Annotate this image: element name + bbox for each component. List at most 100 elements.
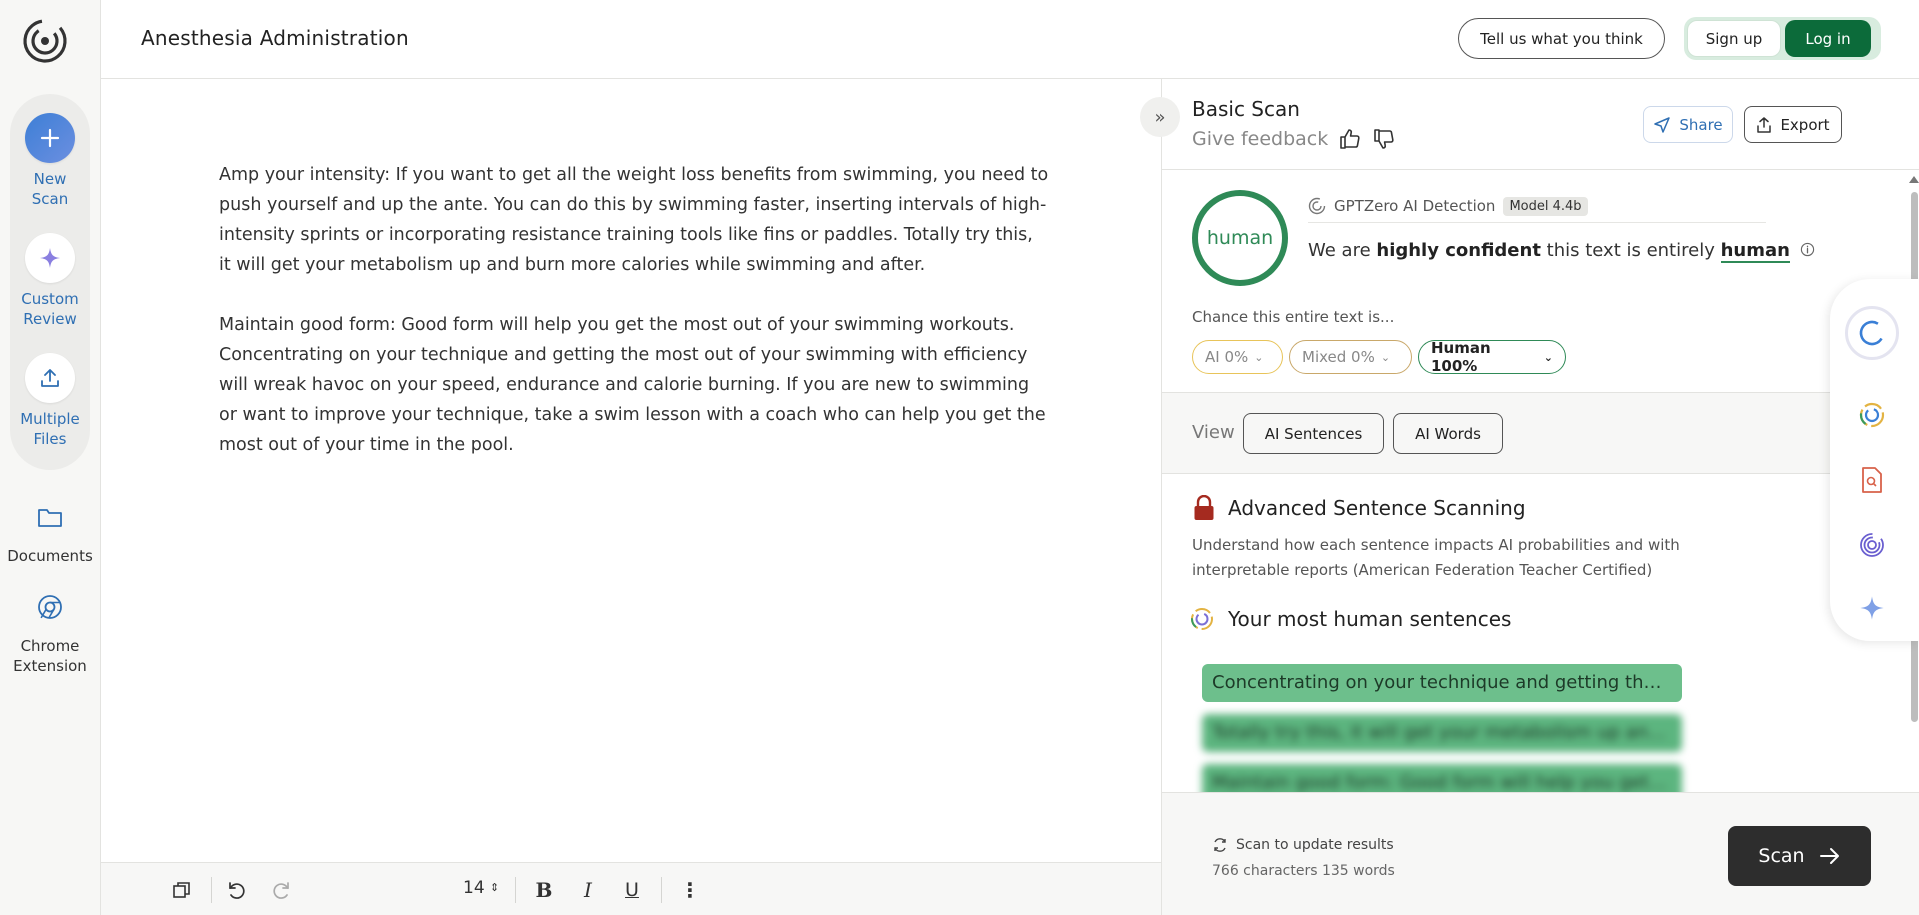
new-scan-label-2: Scan — [31, 190, 69, 208]
chance-label: Chance this entire text is... — [1192, 308, 1395, 326]
collapse-panel-button[interactable]: » — [1140, 97, 1180, 137]
new-scan-button[interactable]: New Scan — [0, 113, 100, 209]
scan-status: Scan to update results — [1212, 837, 1394, 853]
list-item[interactable]: Concentrating on your technique and gett… — [1202, 664, 1682, 702]
upload-icon — [25, 353, 75, 403]
thumbs-down-icon[interactable] — [1372, 127, 1396, 151]
toolbar-divider — [211, 877, 212, 903]
ai-probability-label: AI 0% — [1205, 348, 1249, 366]
font-size-stepper[interactable]: 14 ⇕ — [463, 878, 499, 898]
advanced-description: Understand how each sentence impacts AI … — [1192, 536, 1680, 579]
chevron-down-icon: ⌄ — [1254, 350, 1264, 364]
chevron-down-icon: ⌄ — [1543, 350, 1553, 364]
confidence-result[interactable]: human — [1720, 240, 1790, 263]
sparkle-icon — [25, 233, 75, 283]
info-icon[interactable] — [1800, 242, 1815, 257]
export-label: Export — [1780, 115, 1830, 134]
mixed-probability-label: Mixed 0% — [1302, 348, 1375, 366]
more-options-icon[interactable]: ⋮ — [677, 877, 703, 903]
detection-result: human GPTZero AI Detection Model 4.4b We… — [1162, 170, 1902, 392]
chrome-extension-label-1: Chrome — [20, 637, 80, 655]
result-ring: human — [1192, 190, 1288, 286]
multiple-files-label-2: Files — [33, 430, 67, 448]
auth-group: Sign up Log in — [1684, 17, 1881, 60]
document-title[interactable]: Anesthesia Administration — [141, 26, 409, 50]
character-word-count: 766 characters 135 words — [1212, 863, 1395, 879]
chrome-extension-button[interactable]: Chrome Extension — [0, 590, 100, 676]
send-icon — [1654, 116, 1671, 133]
log-in-button[interactable]: Log in — [1785, 20, 1871, 57]
panel-header: Basic Scan Give feedback Share Export — [1162, 79, 1919, 170]
italic-icon[interactable]: I — [575, 877, 601, 903]
loading-spinner-icon[interactable] — [1845, 306, 1899, 360]
advanced-scanning-title: Advanced Sentence Scanning — [1192, 495, 1892, 521]
ai-sparkle-icon[interactable] — [1850, 586, 1894, 630]
left-sidebar: New Scan Custom Review Multiple Files Do… — [0, 0, 101, 915]
double-chevron-right-icon: » — [1154, 106, 1166, 128]
bold-icon[interactable]: B — [531, 877, 557, 903]
ai-detector-icon[interactable] — [1850, 393, 1894, 437]
share-button[interactable]: Share — [1643, 106, 1733, 143]
redo-icon[interactable] — [269, 877, 295, 903]
custom-review-button[interactable]: Custom Review — [0, 233, 100, 329]
text-editor[interactable]: Amp your intensity: If you want to get a… — [101, 79, 1161, 862]
export-icon — [1757, 116, 1772, 133]
confidence-strong: highly confident — [1376, 240, 1541, 261]
confidence-statement: We are highly confident this text is ent… — [1308, 240, 1815, 263]
panel-title: Basic Scan — [1192, 97, 1300, 121]
toolbar-divider — [661, 877, 662, 903]
ai-words-button[interactable]: AI Words — [1393, 413, 1503, 454]
chevron-down-icon: ⌄ — [1380, 350, 1391, 364]
editor-paragraph[interactable]: Maintain good form: Good form will help … — [219, 310, 1049, 460]
gptzero-small-icon — [1308, 197, 1326, 215]
multiple-files-button[interactable]: Multiple Files — [0, 353, 100, 449]
results-panel: Basic Scan Give feedback Share Export hu… — [1161, 79, 1919, 915]
detector-line: GPTZero AI Detection Model 4.4b — [1308, 190, 1766, 223]
scan-status-text: Scan to update results — [1236, 837, 1394, 853]
share-label: Share — [1679, 115, 1723, 134]
detector-name: GPTZero AI Detection — [1334, 197, 1496, 215]
editor-toolbar: 14 ⇕ B I U ⋮ — [101, 862, 1161, 915]
arrow-right-icon — [1819, 848, 1839, 864]
most-human-title: Your most human sentences — [1228, 607, 1512, 631]
documents-label: Documents — [7, 547, 93, 565]
chrome-extension-label-2: Extension — [13, 657, 87, 675]
refresh-icon — [1214, 838, 1226, 852]
mixed-probability-pill[interactable]: Mixed 0% ⌄ — [1289, 340, 1412, 374]
new-scan-label-1: New — [33, 170, 67, 188]
human-probability-pill[interactable]: Human 100% ⌄ — [1418, 339, 1566, 375]
scroll-up-arrow-icon[interactable] — [1909, 176, 1919, 183]
ai-sentences-button[interactable]: AI Sentences — [1243, 413, 1384, 454]
give-feedback-label: Give feedback — [1192, 128, 1329, 150]
probability-pills: AI 0% ⌄ Mixed 0% ⌄ Human 100% ⌄ — [1192, 339, 1566, 375]
scan-button[interactable]: Scan — [1728, 826, 1871, 886]
scan-label: Scan — [1758, 845, 1805, 867]
copy-icon[interactable] — [169, 877, 195, 903]
fingerprint-icon[interactable] — [1850, 523, 1894, 567]
documents-button[interactable]: Documents — [0, 500, 100, 566]
export-button[interactable]: Export — [1744, 106, 1842, 143]
plus-icon — [25, 113, 75, 163]
top-bar: Anesthesia Administration Tell us what y… — [101, 0, 1919, 79]
plagiarism-document-icon[interactable] — [1850, 458, 1894, 502]
advanced-scanning-section: Advanced Sentence Scanning Understand ho… — [1192, 495, 1892, 583]
panel-footer: Scan to update results 766 characters 13… — [1162, 792, 1919, 915]
sign-up-button[interactable]: Sign up — [1687, 20, 1781, 57]
custom-review-label-2: Review — [23, 310, 77, 328]
view-selector: View AI Sentences AI Words — [1162, 392, 1902, 474]
gptzero-color-icon — [1191, 608, 1213, 630]
confidence-prefix: We are — [1308, 240, 1377, 261]
list-item: Totally try this, it will get your metab… — [1202, 714, 1682, 752]
multiple-files-label-1: Multiple — [20, 410, 80, 428]
lock-icon — [1194, 495, 1214, 520]
feedback-button[interactable]: Tell us what you think — [1458, 18, 1665, 59]
editor-paragraph[interactable]: Amp your intensity: If you want to get a… — [219, 160, 1049, 280]
underline-icon[interactable]: U — [619, 877, 645, 903]
undo-icon[interactable] — [223, 877, 249, 903]
thumbs-up-icon[interactable] — [1338, 127, 1362, 151]
editor-content[interactable]: Amp your intensity: If you want to get a… — [219, 160, 1049, 490]
gptzero-logo-icon[interactable] — [22, 18, 68, 64]
ai-probability-pill[interactable]: AI 0% ⌄ — [1192, 340, 1283, 374]
view-label: View — [1192, 422, 1235, 443]
stepper-icon: ⇕ — [490, 881, 500, 894]
